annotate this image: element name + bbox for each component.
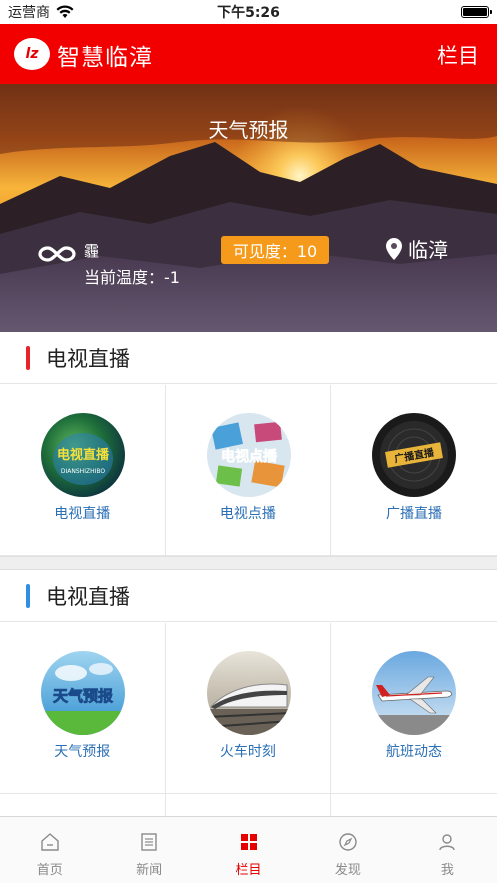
tv-vod-icon: 电视点播 xyxy=(206,413,291,497)
grid-item-label: 广播直播 xyxy=(385,506,442,522)
grid-item-tv-vod[interactable]: 电视点播 电视点播 xyxy=(165,385,332,556)
status-time: 下午5:26 xyxy=(217,5,280,21)
haze-weather-icon xyxy=(38,246,76,262)
grid-item-placeholder xyxy=(166,794,332,816)
section-accent-bar xyxy=(26,583,30,608)
location-name: 临漳 xyxy=(408,238,448,262)
battery-icon xyxy=(461,6,492,18)
section-header-services: 电视直播 xyxy=(0,570,497,622)
grid-item-tv-live[interactable]: 电视直播 DIANSHIZHIBO 电视直播 xyxy=(0,385,166,556)
bottom-tab-bar: 首页 新闻 栏目 发现 我 xyxy=(0,816,497,883)
grid-item-weather-forecast[interactable]: 天气预报 天气预报 xyxy=(0,623,166,794)
grid-item-train-schedule[interactable]: 火车时刻 xyxy=(165,623,332,794)
section-title: 电视直播 xyxy=(46,346,130,371)
location-display[interactable]: 临漳 xyxy=(386,234,448,263)
weather-banner[interactable]: 天气预报 霾 当前温度：-1 可见度：10 临漳 xyxy=(0,84,497,332)
tab-label: 发现 xyxy=(334,863,361,878)
tab-discover[interactable]: 发现 xyxy=(298,817,397,883)
weather-title: 天气预报 xyxy=(208,118,289,142)
train-schedule-icon xyxy=(206,651,291,735)
radio-live-icon: 广播直播 xyxy=(372,413,457,497)
grid-item-placeholder xyxy=(331,794,497,816)
location-pin-icon xyxy=(386,237,402,260)
app-header: lz 智慧临漳 栏目 xyxy=(0,24,497,84)
tab-home[interactable]: 首页 xyxy=(0,817,99,883)
section-title: 电视直播 xyxy=(46,584,130,609)
svg-text:DIANSHIZHIBO: DIANSHIZHIBO xyxy=(61,468,105,475)
svg-text:电视点播: 电视点播 xyxy=(221,448,278,465)
section-grid-tv: 电视直播 DIANSHIZHIBO 电视直播 电视点播 电视点播 广播直播 广播… xyxy=(0,385,497,556)
tv-live-icon: 电视直播 DIANSHIZHIBO xyxy=(41,413,125,497)
grid-item-radio-live[interactable]: 广播直播 广播直播 xyxy=(331,385,497,556)
tab-label: 我 xyxy=(440,863,454,878)
grid-item-placeholder xyxy=(0,794,166,816)
home-icon xyxy=(41,833,59,851)
grid-item-label: 航班动态 xyxy=(385,744,442,760)
tab-columns[interactable]: 栏目 xyxy=(199,817,298,883)
columns-grid-icon xyxy=(240,834,257,850)
svg-text:电视直播: 电视直播 xyxy=(57,447,110,463)
status-bar: 运营商 下午5:26 xyxy=(0,0,497,24)
app-logo: lz xyxy=(14,38,50,70)
user-icon xyxy=(439,834,456,851)
app-title: 智慧临漳 xyxy=(57,45,153,71)
section-accent-bar xyxy=(26,345,30,370)
section-divider xyxy=(0,556,497,570)
current-temperature: 当前温度：-1 xyxy=(84,268,180,287)
news-icon xyxy=(141,833,157,851)
grid-item-label: 火车时刻 xyxy=(219,744,276,760)
tab-label: 首页 xyxy=(36,863,63,878)
section-grid-services: 天气预报 天气预报 火车时刻 航班动态 xyxy=(0,623,497,794)
weather-condition: 霾 xyxy=(84,242,100,260)
section-header-tv-live: 电视直播 xyxy=(0,332,497,384)
flight-status-icon xyxy=(372,651,457,735)
tab-label: 栏目 xyxy=(235,863,262,878)
grid-item-label: 天气预报 xyxy=(54,744,111,760)
svg-text:天气预报: 天气预报 xyxy=(53,687,113,705)
columns-menu-button[interactable]: 栏目 xyxy=(437,40,479,70)
tab-news[interactable]: 新闻 xyxy=(99,817,198,883)
tab-me[interactable]: 我 xyxy=(398,817,497,883)
visibility-badge: 可见度：10 xyxy=(221,236,329,264)
grid-item-flight-status[interactable]: 航班动态 xyxy=(331,623,497,794)
weather-forecast-icon: 天气预报 xyxy=(41,651,125,735)
grid-item-label: 电视直播 xyxy=(54,506,111,522)
tab-label: 新闻 xyxy=(136,863,163,878)
compass-icon xyxy=(339,833,357,851)
grid-item-label: 电视点播 xyxy=(219,506,276,522)
section-grid-next-row xyxy=(0,794,497,816)
